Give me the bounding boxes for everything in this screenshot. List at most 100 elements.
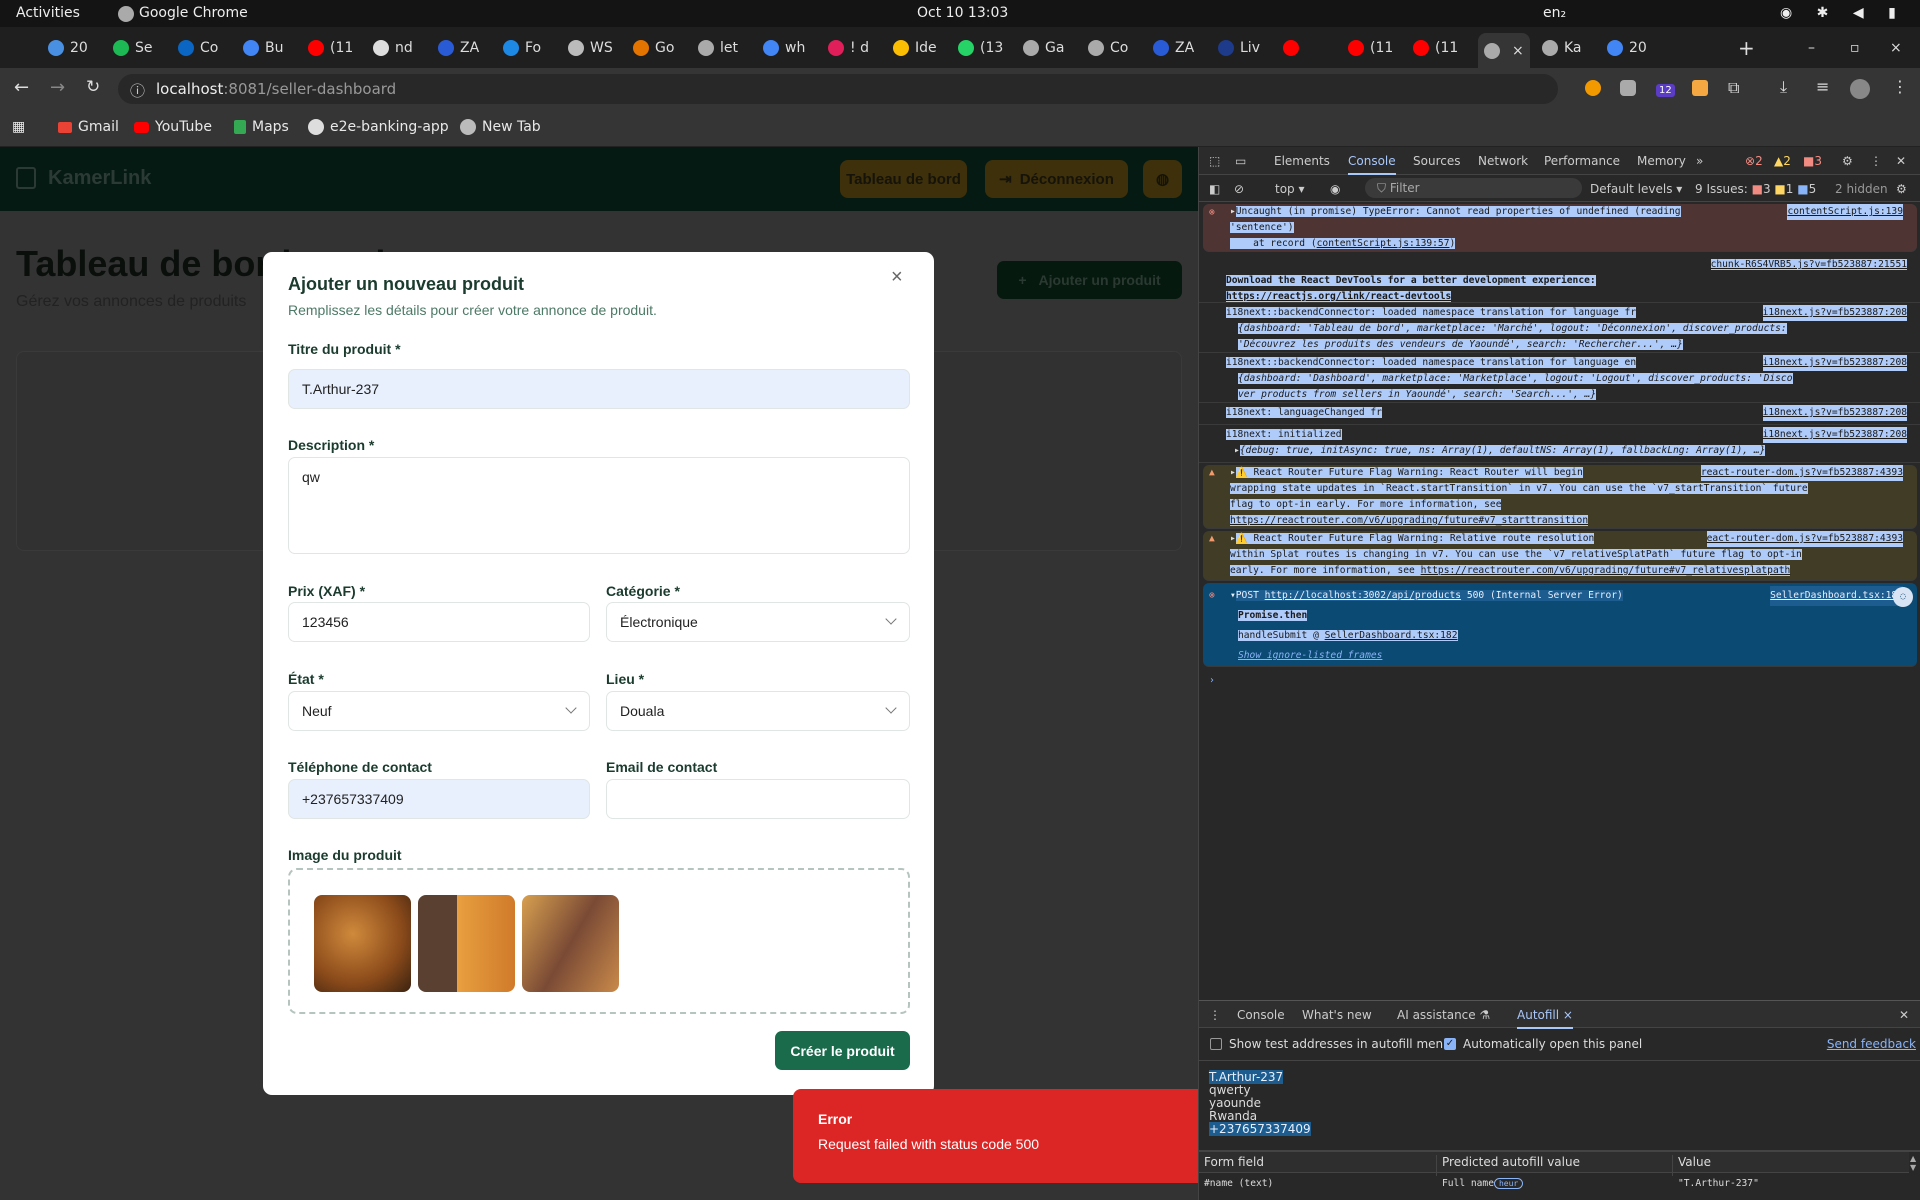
clear-console-icon[interactable]: ⊘: [1234, 182, 1244, 196]
product-image-thumbnail[interactable]: [522, 895, 619, 992]
device-toolbar-icon[interactable]: ▭: [1235, 154, 1246, 168]
live-expression-icon[interactable]: ◉: [1330, 182, 1340, 196]
log-levels-select[interactable]: Default levels ▾: [1590, 182, 1682, 196]
more-tabs-button[interactable]: »: [1696, 154, 1703, 168]
close-devtools-icon[interactable]: ✕: [1896, 154, 1906, 168]
browser-tab[interactable]: wh: [763, 35, 805, 61]
column-header[interactable]: Value: [1672, 1155, 1711, 1176]
drawer-tab-console[interactable]: Console: [1237, 1008, 1285, 1022]
browser-tab[interactable]: Ide: [893, 35, 937, 61]
drawer-tab-autofill[interactable]: Autofill ×: [1517, 1008, 1573, 1029]
email-input[interactable]: [606, 779, 910, 819]
browser-tab[interactable]: ×: [1478, 33, 1530, 68]
console-network-error[interactable]: ⊗ SellerDashboard.tsx:182 ▾POST http://l…: [1203, 583, 1917, 667]
nav-dashboard-button[interactable]: Tableau de bord: [840, 160, 967, 198]
product-image-thumbnail[interactable]: [418, 895, 515, 992]
request-url-link[interactable]: http://localhost:3002/api/products: [1264, 590, 1462, 601]
object-preview[interactable]: {dashboard: 'Dashboard', marketplace: 'M…: [1238, 373, 1793, 384]
tab-elements[interactable]: Elements: [1274, 154, 1330, 168]
console-warning-message[interactable]: ▲ react-router-dom.js?v=fb523887:4393 ▸⚠…: [1203, 465, 1917, 529]
error-count[interactable]: ⊗2: [1745, 154, 1763, 168]
table-scrollbar[interactable]: ▲ ▼: [1910, 1154, 1918, 1194]
drawer-tab-whats-new[interactable]: What's new: [1302, 1008, 1372, 1022]
browser-tab[interactable]: (11: [308, 35, 353, 61]
keyboard-layout[interactable]: en₂: [1543, 5, 1566, 21]
browser-tab[interactable]: Go: [633, 35, 674, 61]
browser-tab[interactable]: let: [698, 35, 738, 61]
tab-sources[interactable]: Sources: [1413, 154, 1460, 168]
browser-tab[interactable]: Co: [178, 35, 218, 61]
browser-tab[interactable]: WS: [568, 35, 613, 61]
close-drawer-icon[interactable]: ✕: [1899, 1008, 1909, 1022]
table-row[interactable]: #name (text) Full name heur "T.Arthur-237…: [1199, 1174, 1909, 1194]
browser-tab[interactable]: ZA: [1153, 35, 1194, 61]
download-icon[interactable]: ⤓: [1780, 77, 1787, 97]
browser-tab[interactable]: ! d: [828, 35, 869, 61]
category-select[interactable]: Électronique: [606, 602, 910, 642]
message-link[interactable]: https://reactrouter.com/v6/upgrading/fut…: [1420, 565, 1791, 576]
console-warning-message[interactable]: ▲ eact-router-dom.js?v=fb523887:4393 ▸⚠️…: [1203, 531, 1917, 581]
media-icon[interactable]: ≡: [1816, 77, 1829, 96]
browser-tab[interactable]: Ga: [1023, 35, 1064, 61]
console-log-message[interactable]: i18next.js?v=fb523887:208 i18next: langu…: [1199, 405, 1920, 425]
activities-button[interactable]: Activities: [16, 5, 80, 21]
clock[interactable]: Oct 10 13:03: [917, 5, 1008, 21]
address-bar[interactable]: ⓘ localhost:8081/seller-dashboard: [118, 74, 1558, 104]
object-preview[interactable]: {debug: true, initAsync: true, ns: Array…: [1239, 445, 1766, 456]
browser-tab[interactable]: (13: [958, 35, 1003, 61]
drawer-tab-ai-assistance[interactable]: AI assistance ⚗: [1397, 1008, 1490, 1022]
console-log-message[interactable]: i18next.js?v=fb523887:208 i18next::backe…: [1199, 355, 1920, 403]
source-link[interactable]: i18next.js?v=fb523887:208: [1762, 355, 1907, 371]
sidebar-toggle-icon[interactable]: ◧: [1209, 182, 1220, 196]
console-filter-input[interactable]: ⛉ Filter: [1365, 178, 1582, 198]
bookmark-newtab[interactable]: New Tab: [460, 119, 541, 135]
console-log-message[interactable]: i18next.js?v=fb523887:208 i18next::backe…: [1199, 305, 1920, 353]
browser-tab[interactable]: 20: [48, 35, 88, 61]
settings-icon[interactable]: ⚙: [1842, 154, 1853, 168]
tab-network[interactable]: Network: [1478, 154, 1528, 168]
column-header[interactable]: Predicted autofill value: [1436, 1155, 1580, 1176]
issues-count[interactable]: ■3: [1803, 154, 1822, 168]
column-header[interactable]: Form field: [1204, 1155, 1264, 1169]
bookmark-gmail[interactable]: Gmail: [58, 119, 119, 135]
browser-tab[interactable]: Ka: [1542, 35, 1582, 61]
console-settings-icon[interactable]: ⚙: [1896, 182, 1907, 196]
message-link[interactable]: https://reactrouter.com/v6/upgrading/fut…: [1230, 515, 1589, 526]
brand-logo[interactable]: KamerLink: [48, 167, 151, 190]
close-window-button[interactable]: ×: [1890, 35, 1902, 61]
site-info-icon[interactable]: ⓘ: [130, 80, 145, 101]
extension-icon[interactable]: [1692, 80, 1708, 96]
stack-link[interactable]: contentScript.js:139:57: [1316, 238, 1450, 249]
expand-arrow-icon[interactable]: ▸: [1230, 206, 1236, 217]
console-log-message[interactable]: chunk-R6S4VRB5.js?v=fb523887:21551 Downl…: [1199, 257, 1920, 303]
extensions-puzzle-icon[interactable]: ⧉: [1728, 78, 1739, 98]
source-link[interactable]: eact-router-dom.js?v=fb523887:4393: [1706, 531, 1903, 547]
show-ignored-frames-link[interactable]: Show ignore-listed frames: [1238, 650, 1382, 661]
inspect-element-icon[interactable]: ⬚: [1209, 154, 1220, 168]
description-textarea[interactable]: qw: [288, 457, 910, 554]
source-link[interactable]: i18next.js?v=fb523887:208: [1762, 427, 1907, 443]
context-select[interactable]: top ▾: [1275, 182, 1305, 196]
stack-link[interactable]: SellerDashboard.tsx:182: [1324, 630, 1458, 641]
show-test-addresses-checkbox[interactable]: [1210, 1038, 1222, 1050]
extension-badge[interactable]: 12: [1656, 84, 1675, 97]
menu-icon[interactable]: ⋮: [1892, 77, 1908, 96]
drawer-menu-icon[interactable]: ⋮: [1209, 1008, 1221, 1022]
logout-button[interactable]: ⇥ Déconnexion: [985, 160, 1128, 198]
console-error-message[interactable]: ⊗ contentScript.js:139 ▸Uncaught (in pro…: [1203, 204, 1917, 252]
object-preview[interactable]: 'Découvrez les produits des vendeurs de …: [1238, 339, 1683, 350]
browser-tab[interactable]: Bu: [243, 35, 283, 61]
profile-avatar[interactable]: [1850, 79, 1870, 99]
bookmark-maps[interactable]: Maps: [234, 119, 289, 135]
create-product-button[interactable]: Créer le produit: [775, 1031, 910, 1070]
browser-tab[interactable]: 20: [1607, 35, 1647, 61]
browser-tab[interactable]: [1283, 35, 1305, 61]
source-link[interactable]: contentScript.js:139: [1787, 204, 1903, 220]
minimize-button[interactable]: –: [1808, 35, 1815, 61]
object-preview[interactable]: ver products from sellers in Yaoundé', s…: [1238, 389, 1597, 400]
more-options-icon[interactable]: ⋮: [1870, 154, 1882, 168]
source-link[interactable]: i18next.js?v=fb523887:208: [1762, 405, 1907, 421]
extension-icon[interactable]: [1585, 80, 1601, 96]
issues-button[interactable]: 9 Issues: ■3 ■1 ■5: [1695, 182, 1816, 196]
auto-open-checkbox[interactable]: ✓: [1444, 1038, 1456, 1050]
